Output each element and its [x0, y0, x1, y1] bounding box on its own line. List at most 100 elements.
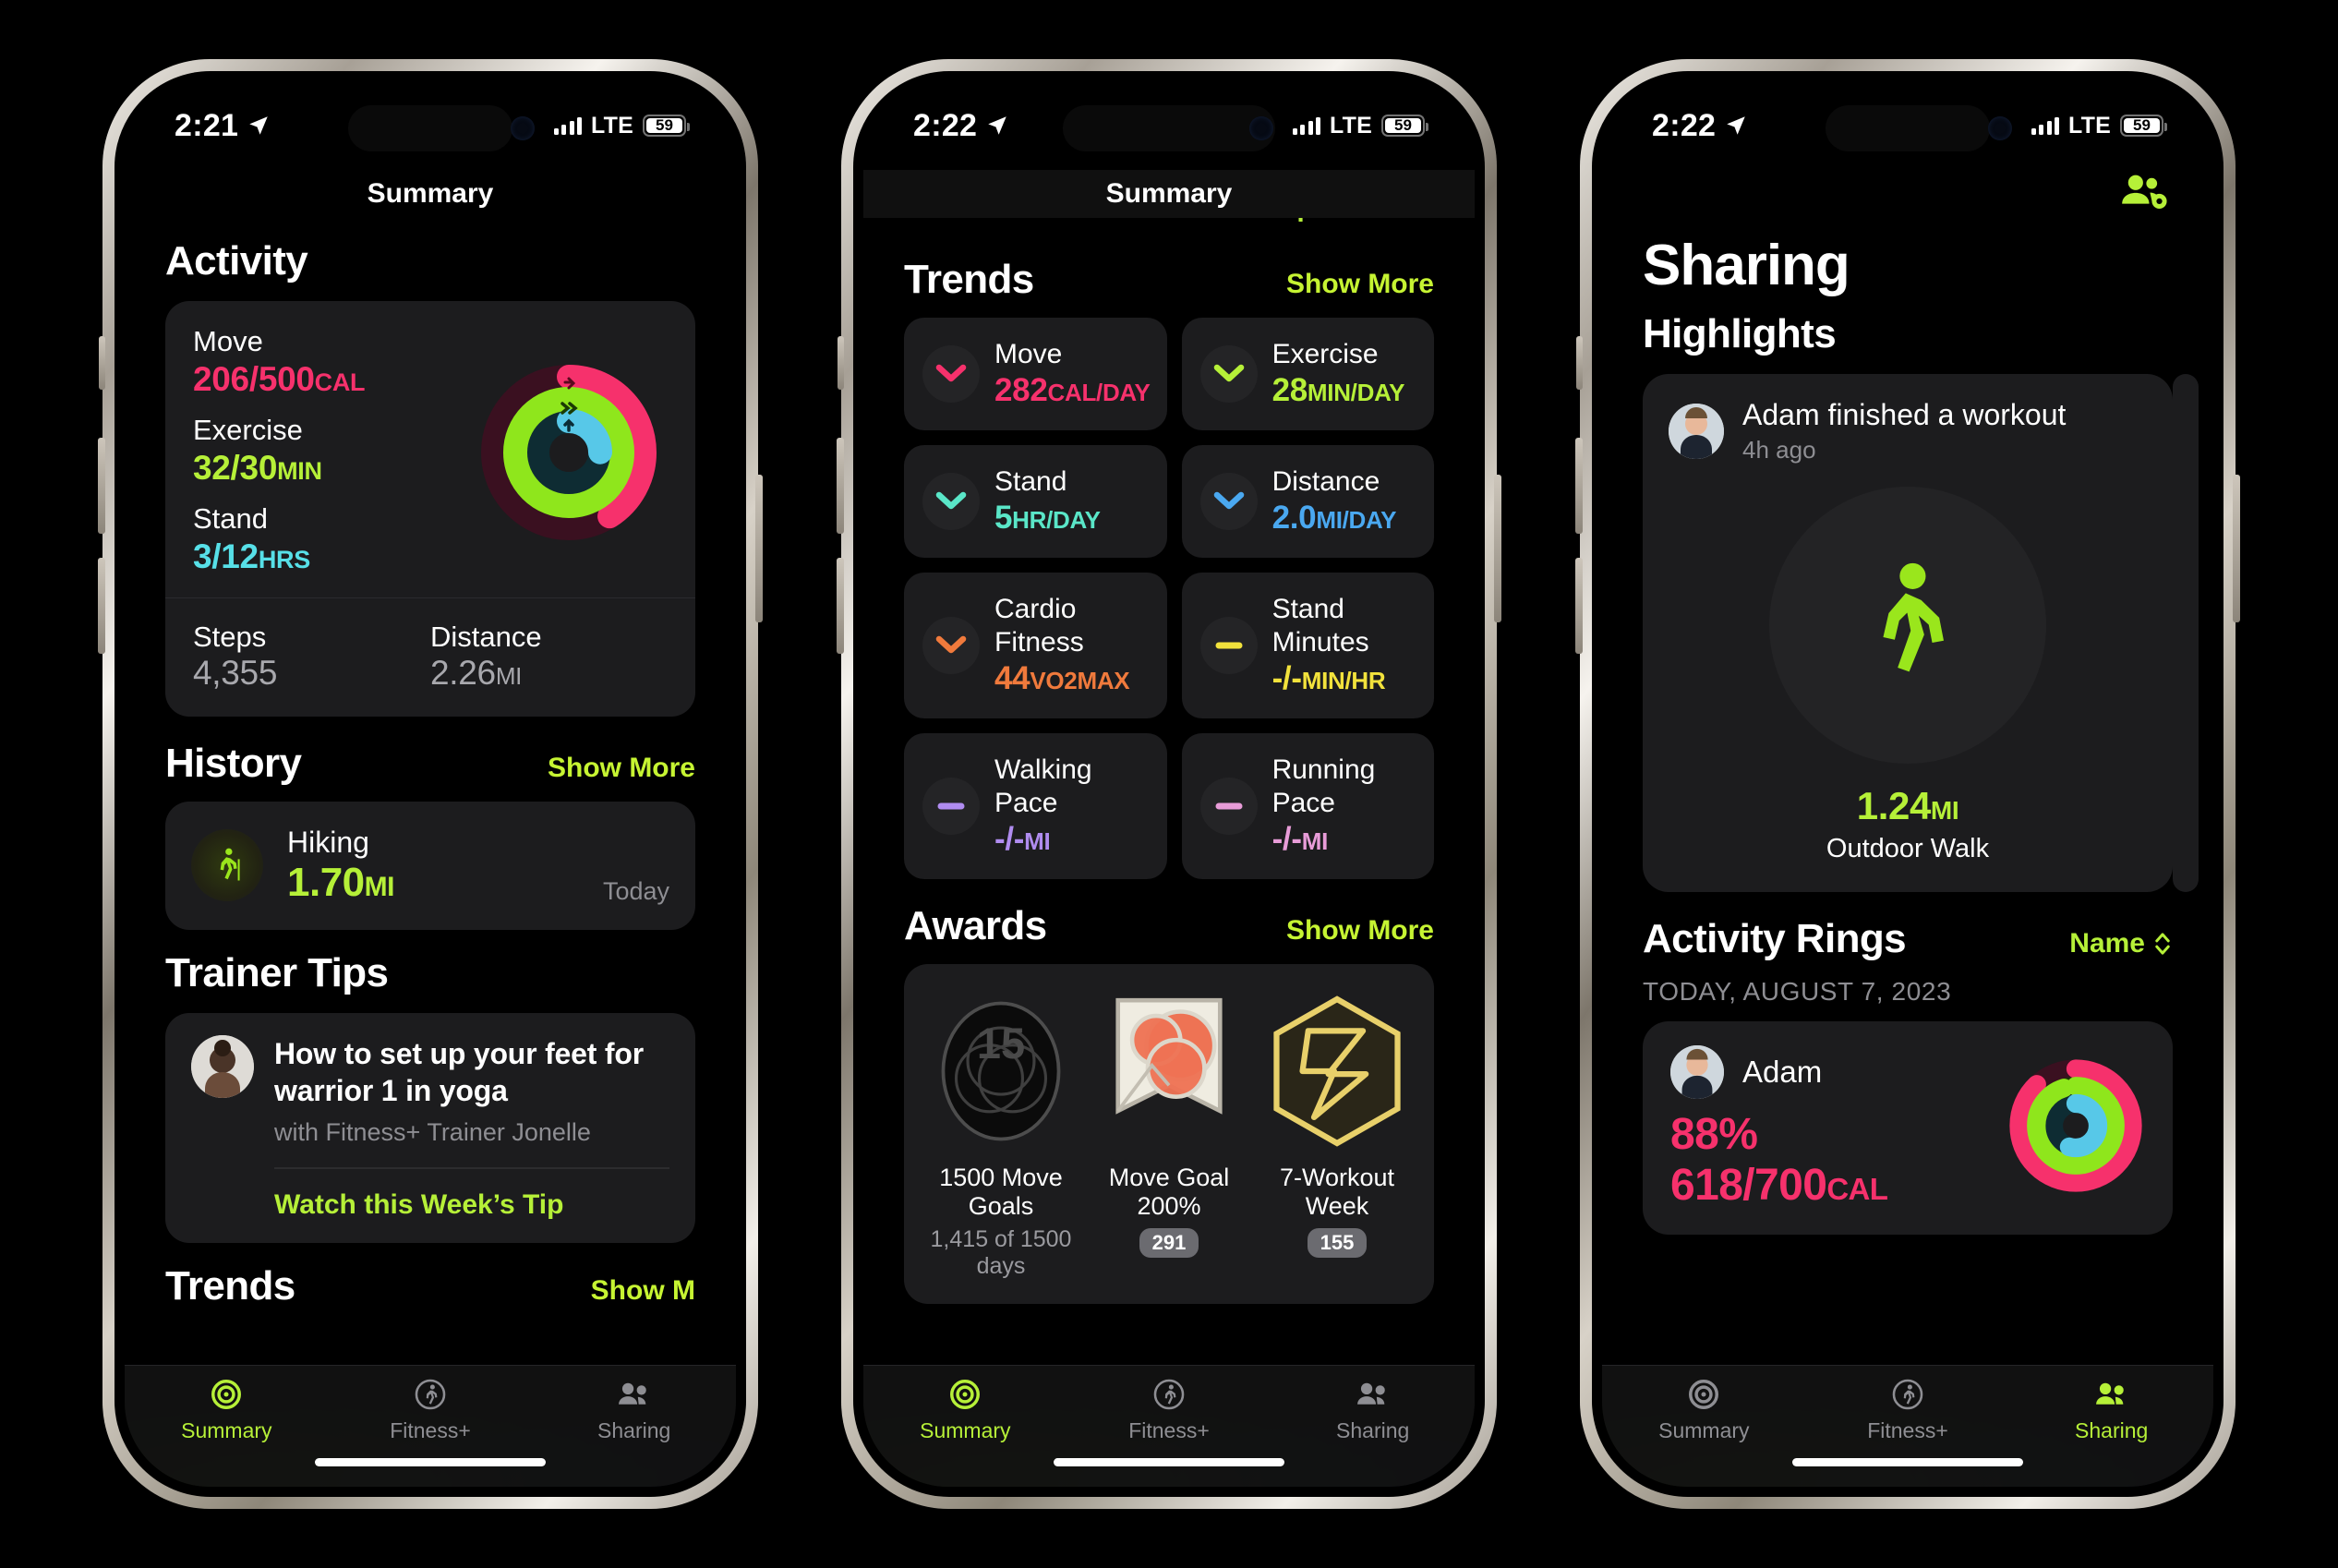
highlight-card[interactable]: Adam finished a workout 4h ago 1.24MI Ou…: [1643, 374, 2173, 892]
trends-show-more-button[interactable]: Show More: [1286, 269, 1434, 300]
trend-distance-unit: MI/DAY: [1316, 506, 1397, 534]
nav-title: Summary: [367, 178, 494, 209]
trend-stand-text: Stand 5HR/DAY: [994, 465, 1101, 537]
trend-stand-minutes-text: Stand Minutes -/-MIN/HR: [1272, 593, 1417, 698]
trend-cardio-value: 44VO2MAX: [994, 659, 1151, 698]
activity-card[interactable]: Move 206/500CAL Exercise 32/30MIN Stand …: [165, 301, 695, 717]
trend-stand-unit: HR/DAY: [1012, 506, 1101, 534]
trend-arrow-down: [1213, 364, 1244, 382]
volume-up-button-2[interactable]: [837, 438, 844, 534]
history-item-unit: MI: [364, 871, 395, 902]
volume-up-button-3[interactable]: [1575, 438, 1583, 534]
home-indicator[interactable]: [315, 1458, 546, 1466]
cellular-signal-icon: [553, 116, 583, 135]
history-item-value: 1.70MI: [287, 860, 579, 906]
peek-watch-tip-link[interactable]: Watch this Week’s Tip: [904, 218, 1434, 223]
tab-sharing-label-2: Sharing: [1336, 1418, 1410, 1442]
status-time-2: 2:22: [913, 108, 1009, 144]
tab-bar-1[interactable]: Summary Fitness+ Sharing: [125, 1365, 736, 1487]
tab-sharing[interactable]: Sharing: [532, 1377, 736, 1443]
tab-fitness-plus[interactable]: Fitness+: [329, 1377, 533, 1443]
awards-card: 15 1500 Move Goals 1,415 of 1500 days Mo…: [904, 964, 1434, 1304]
metric-stand-number: 3/12: [193, 537, 259, 576]
award-silver-icon: [1085, 990, 1253, 1152]
sharing-scroll[interactable]: Sharing Highlights Adam finished a worko…: [1602, 218, 2213, 1487]
power-button-3[interactable]: [2233, 475, 2240, 622]
metric-exercise-number: 32/30: [193, 448, 278, 487]
volume-down-button-3[interactable]: [1575, 558, 1583, 654]
tab-fitness-plus-label-2: Fitness+: [1128, 1418, 1210, 1442]
trends-header: Trends Show More: [904, 257, 1434, 303]
highlight-next-card-peek[interactable]: [2173, 374, 2199, 892]
trend-exercise-value: 28MIN/DAY: [1272, 371, 1405, 410]
power-button[interactable]: [755, 475, 763, 622]
award-7-workout-week[interactable]: 7-Workout Week 155: [1253, 990, 1421, 1280]
history-show-more-button[interactable]: Show More: [548, 753, 695, 784]
trend-stand-minutes[interactable]: Stand Minutes -/-MIN/HR: [1181, 573, 1434, 718]
volume-down-button-2[interactable]: [837, 558, 844, 654]
trend-running-pace-value: -/-MI: [1272, 820, 1417, 859]
trend-stand[interactable]: Stand 5HR/DAY: [904, 445, 1167, 558]
mute-switch-2[interactable]: [838, 336, 844, 390]
highlight-header: Adam finished a workout 4h ago: [1669, 398, 2147, 464]
trends-peek-show-more[interactable]: Show M: [591, 1275, 695, 1307]
friend-avatar-image: [1669, 404, 1724, 459]
trend-distance-number: 2.0: [1271, 500, 1317, 536]
trend-stand-minutes-value: -/-MIN/HR: [1272, 659, 1417, 698]
extra-distance: Distance 2.26MI: [430, 621, 668, 693]
phone-summary-top: 2:21 LTE 59 Summary Activity Move 206/50…: [98, 59, 763, 1509]
friend-identity: Adam: [1670, 1045, 2007, 1099]
summary-scroll-2[interactable]: Watch this Week’s Tip Trends Show More M…: [863, 218, 1475, 1487]
trend-arrow-down: [935, 635, 967, 654]
history-header: History Show More: [165, 741, 695, 787]
trend-exercise[interactable]: Exercise 28MIN/DAY: [1181, 318, 1434, 430]
tab-bar-2[interactable]: Summary Fitness+ Sharing: [863, 1365, 1475, 1487]
people-icon: [1356, 1382, 1385, 1405]
trend-exercise-text: Exercise 28MIN/DAY: [1272, 338, 1405, 410]
tab-summary-3[interactable]: Summary: [1602, 1377, 1806, 1443]
trend-distance[interactable]: Distance 2.0MI/DAY: [1181, 445, 1434, 558]
tab-summary[interactable]: Summary: [125, 1377, 329, 1443]
trends-heading: Trends: [904, 257, 1034, 302]
tab-fitness-plus-2[interactable]: Fitness+: [1067, 1377, 1271, 1443]
home-indicator-2[interactable]: [1054, 1458, 1284, 1466]
award-1500-move-goals[interactable]: 15 1500 Move Goals 1,415 of 1500 days: [917, 990, 1085, 1280]
history-item[interactable]: Hiking 1.70MI Today: [165, 801, 695, 930]
trend-walking-pace[interactable]: Walking Pace -/-MI: [904, 733, 1167, 879]
tab-sharing-2[interactable]: Sharing: [1271, 1377, 1475, 1443]
trend-arrow-down: [1213, 491, 1244, 510]
award-move-goal-200[interactable]: Move Goal 200% 291: [1085, 990, 1253, 1280]
carrier-label: LTE: [591, 112, 633, 139]
carrier-label-2: LTE: [1330, 112, 1372, 139]
mute-switch-3[interactable]: [1576, 336, 1583, 390]
tab-sharing-3[interactable]: Sharing: [2009, 1377, 2213, 1443]
tab-summary-2[interactable]: Summary: [863, 1377, 1067, 1443]
mute-switch[interactable]: [99, 336, 105, 390]
friend-ring-card[interactable]: Adam 88% 618/700CAL: [1643, 1021, 2173, 1236]
highlights-heading: Highlights: [1643, 311, 1837, 356]
awards-show-more-button[interactable]: Show More: [1286, 915, 1434, 947]
summary-scroll-1[interactable]: Activity Move 206/500CAL Exercise 32/30M…: [125, 218, 736, 1487]
trend-arrow-down: [935, 364, 967, 382]
home-indicator-3[interactable]: [1792, 1458, 2023, 1466]
trend-cardio-fitness[interactable]: Cardio Fitness 44VO2MAX: [904, 573, 1167, 718]
trend-exercise-label: Exercise: [1271, 339, 1379, 369]
trend-move[interactable]: Move 282CAL/DAY: [904, 318, 1167, 430]
volume-down-button[interactable]: [98, 558, 105, 654]
trend-move-number: 282: [994, 372, 1048, 408]
trend-move-text: Move 282CAL/DAY: [994, 338, 1151, 410]
trainer-tip-card[interactable]: How to set up your feet for warrior 1 in…: [165, 1012, 695, 1243]
watch-tip-button[interactable]: Watch this Week’s Tip: [191, 1169, 669, 1243]
sort-button[interactable]: Name: [2069, 928, 2173, 959]
tab-bar-3[interactable]: Summary Fitness+ Sharing: [1602, 1365, 2213, 1487]
add-friends-icon[interactable]: [2117, 170, 2171, 211]
power-button-2[interactable]: [1494, 475, 1501, 622]
volume-up-button[interactable]: [98, 438, 105, 534]
friend-rings-graphic: [2007, 1056, 2145, 1200]
activity-rings-graphic: [469, 325, 668, 581]
tab-fitness-plus-3[interactable]: Fitness+: [1806, 1377, 2010, 1443]
trend-running-pace[interactable]: Running Pace -/-MI: [1181, 733, 1434, 879]
metric-exercise-value: 32/30MIN: [193, 448, 469, 488]
trend-running-pace-number: -/-: [1271, 821, 1302, 857]
trend-arrow-flat: [1215, 802, 1243, 810]
